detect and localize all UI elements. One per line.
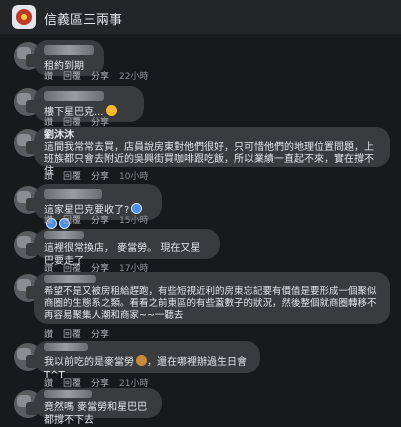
redacted-name [44, 390, 92, 398]
reply-button[interactable]: 回覆 [63, 216, 81, 226]
group-header: 信義區三兩事 [0, 0, 401, 34]
redacted-name [44, 189, 102, 199]
redacted-name [44, 231, 84, 239]
comment-author[interactable] [44, 343, 250, 355]
comment-bubble: 這裡很常換店， 麥當勞。 現在又星巴要走了 [34, 229, 220, 267]
comment-actions: 讚回覆 分享 10小時 [44, 169, 159, 182]
like-button[interactable]: 讚 [44, 72, 53, 82]
burger-icon [136, 355, 147, 366]
comment-author[interactable] [44, 275, 380, 286]
comment-time[interactable]: 10小時 [119, 172, 148, 182]
comment-bubble: 我以前吃的是麥當勞 ，還在哪裡辦過生日會T^T [34, 341, 260, 381]
share-button[interactable]: 分享 [91, 72, 109, 82]
like-button[interactable]: 讚 [44, 330, 53, 340]
comment-author[interactable] [44, 390, 152, 401]
group-name[interactable]: 信義區三兩事 [44, 9, 122, 28]
like-button[interactable]: 讚 [44, 172, 53, 182]
redacted-name [44, 45, 94, 55]
comment-text: 竟然嗎 麥當勞和星巴巴都撐不下去 [44, 402, 148, 426]
share-button[interactable]: 分享 [91, 172, 109, 182]
comment-bubble: 劉沐沐 這間我常常去買，店員說房東對他們很好，只可惜他們的地理位置問題，上班族都… [34, 127, 390, 177]
comment-time[interactable]: 22小時 [119, 72, 148, 82]
comment-author[interactable] [44, 231, 210, 242]
comment-text: 我以前吃的是麥當勞 [44, 357, 134, 368]
redacted-name [44, 275, 96, 283]
comment-bubble: 希望不是又被房租給趕跑，有些短視近利的房東忘記要有價值是要形成一個聚似商圈的生態… [34, 272, 390, 324]
comment-text: 希望不是又被房租給趕跑，有些短視近利的房東忘記要有價值是要形成一個聚似商圈的生態… [44, 286, 377, 321]
share-button[interactable]: 分享 [91, 330, 109, 340]
comment-time[interactable]: 15小時 [119, 216, 148, 226]
comment-author[interactable] [44, 91, 134, 105]
comment-author[interactable] [44, 189, 152, 203]
reply-button[interactable]: 回覆 [63, 330, 81, 340]
reply-button[interactable]: 回覆 [63, 72, 81, 82]
share-button[interactable]: 分享 [91, 216, 109, 226]
comment-author[interactable] [44, 45, 94, 59]
comment-actions: 讚回覆 分享 22小時 [44, 69, 159, 82]
comment-author[interactable]: 劉沐沐 [44, 130, 380, 142]
like-button[interactable]: 讚 [44, 216, 53, 226]
reply-button[interactable]: 回覆 [63, 172, 81, 182]
comment-bubble: 竟然嗎 麥當勞和星巴巴都撐不下去 [34, 388, 162, 426]
group-logo[interactable] [12, 5, 36, 29]
redacted-name [44, 343, 88, 351]
comment-actions: 讚回覆 分享 [44, 327, 119, 340]
redacted-name [44, 91, 104, 101]
comment-actions: 讚回覆 分享 15小時 [44, 213, 159, 226]
